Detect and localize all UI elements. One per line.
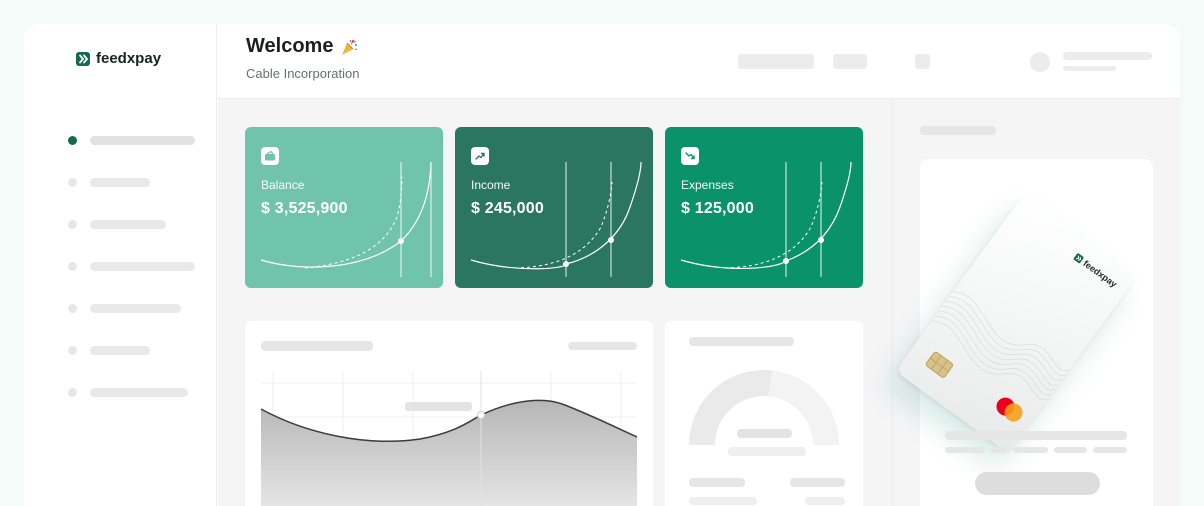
analytics-chart-panel (245, 321, 653, 506)
nav-label-placeholder (90, 304, 181, 313)
area-chart (260, 371, 638, 506)
card-holder-placeholder (945, 431, 1127, 440)
sidebar-item-1[interactable] (68, 136, 195, 145)
brand-name: feedxpay (96, 50, 162, 67)
company-name: Cable Incorporation (246, 66, 360, 81)
gauge-chart (689, 369, 845, 505)
card-action-button[interactable] (975, 472, 1100, 495)
card-panel: feedxpay (895, 159, 1153, 506)
right-panel: feedxpay (892, 99, 1180, 506)
nav-label-placeholder (90, 178, 150, 187)
sidebar-item-5[interactable] (68, 304, 181, 313)
balance-value: $ 3,525,900 (261, 200, 348, 217)
sidebar-item-6[interactable] (68, 346, 150, 355)
party-popper-icon (342, 39, 358, 55)
welcome-text: Welcome (246, 35, 334, 57)
nav-label-placeholder (90, 388, 188, 397)
nav-dot (68, 262, 77, 271)
chart-tooltip-placeholder (405, 402, 472, 411)
app-window: feedxpay Welcome Cable Incorporation Bal… (24, 24, 1180, 506)
sidebar: feedxpay (24, 24, 217, 506)
user-name-placeholder (1063, 52, 1152, 60)
nav-dot (68, 220, 77, 229)
expenses-card[interactable]: Expenses $ 125,000 (665, 127, 863, 288)
sidebar-item-2[interactable] (68, 178, 150, 187)
card-number-placeholder (991, 447, 1007, 453)
sidebar-item-7[interactable] (68, 388, 188, 397)
expenses-label: Expenses (681, 178, 734, 192)
sidebar-item-3[interactable] (68, 220, 166, 229)
nav-label-placeholder (90, 346, 150, 355)
header-placeholder[interactable] (915, 54, 930, 69)
gauge-panel (665, 321, 863, 506)
card-number-placeholder (1054, 447, 1087, 453)
nav-dot (68, 136, 77, 145)
card-number-placeholder (1093, 447, 1127, 453)
nav-dot (68, 346, 77, 355)
user-role-placeholder (1063, 66, 1116, 71)
header-placeholder[interactable] (738, 54, 814, 69)
balance-card[interactable]: Balance $ 3,525,900 (245, 127, 443, 288)
wallet-icon (261, 147, 279, 165)
feedxpay-logo-icon (76, 51, 90, 66)
top-header: Welcome Cable Incorporation (218, 24, 1180, 99)
balance-label: Balance (261, 178, 305, 192)
nav-label-placeholder (90, 220, 166, 229)
expenses-value: $ 125,000 (681, 200, 754, 217)
income-card[interactable]: Income $ 245,000 (455, 127, 653, 288)
income-label: Income (471, 178, 511, 192)
nav-label-placeholder (90, 136, 195, 145)
income-value: $ 245,000 (471, 200, 544, 217)
trend-down-icon (681, 147, 699, 165)
right-panel-title-placeholder (920, 126, 996, 135)
payment-card[interactable]: feedxpay (895, 194, 1137, 454)
trend-up-icon (471, 147, 489, 165)
header-placeholder[interactable] (833, 54, 867, 69)
card-number-placeholder (1013, 447, 1048, 453)
logo[interactable]: feedxpay (76, 50, 161, 67)
nav-dot (68, 388, 77, 397)
avatar[interactable] (1030, 52, 1050, 72)
card-number-placeholder (945, 447, 985, 453)
nav-dot (68, 178, 77, 187)
nav-dot (68, 304, 77, 313)
main-content: Balance $ 3,525,900 Income $ 245,000 Exp… (218, 99, 892, 506)
page-title: Welcome (246, 35, 359, 58)
nav-label-placeholder (90, 262, 195, 271)
sidebar-item-4[interactable] (68, 262, 195, 271)
